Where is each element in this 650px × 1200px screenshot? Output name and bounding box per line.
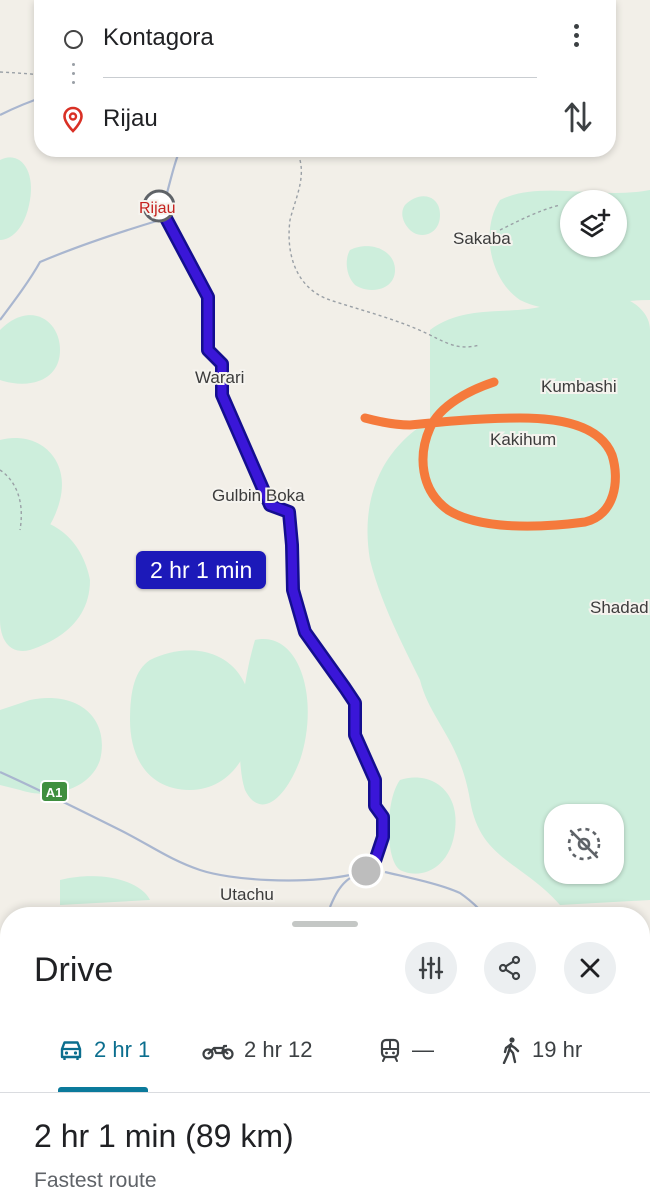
tab-walk[interactable]: 19 hr	[500, 1032, 582, 1068]
place-label-utachu[interactable]: Utachu	[218, 883, 276, 906]
close-button[interactable]	[564, 942, 616, 994]
sheet-title: Drive	[34, 951, 114, 989]
tab-transit[interactable]: —	[378, 1032, 434, 1068]
recenter-button[interactable]	[544, 804, 624, 884]
tab-motorcycle[interactable]: 2 hr 12	[202, 1032, 313, 1068]
location-off-icon	[567, 827, 601, 861]
tab-drive[interactable]: 2 hr 1	[58, 1032, 150, 1068]
tune-icon	[418, 956, 444, 980]
origin-circle-icon	[64, 30, 83, 49]
tab-motorcycle-label: 2 hr 12	[244, 1037, 313, 1062]
place-label-warari[interactable]: Warari	[193, 366, 246, 389]
layers-button[interactable]	[560, 190, 627, 257]
highway-shield-a1: A1	[40, 780, 69, 803]
motorcycle-icon	[202, 1039, 234, 1061]
swap-directions-icon[interactable]	[563, 99, 593, 135]
origin-field[interactable]: Kontagora	[103, 24, 214, 52]
origin-marker[interactable]	[348, 853, 384, 889]
place-label-shadadi[interactable]: Shadad	[588, 596, 650, 619]
location-pin-icon	[63, 106, 83, 133]
place-label-sakaba[interactable]: Sakaba	[451, 227, 513, 250]
place-label-kakihum[interactable]: Kakihum	[488, 428, 558, 451]
place-label-kumbashi[interactable]: Kumbashi	[539, 375, 619, 398]
route-note: Fastest route	[34, 1169, 157, 1192]
tab-walk-label: 19 hr	[532, 1037, 583, 1062]
tabs-divider	[0, 1092, 650, 1093]
walking-icon	[500, 1036, 522, 1064]
train-icon	[378, 1038, 402, 1062]
destination-field[interactable]: Rijau	[103, 105, 158, 133]
share-button[interactable]	[484, 942, 536, 994]
place-label-gulbin-boka[interactable]: Gulbin Boka	[210, 484, 307, 507]
route-connector-dots	[72, 63, 76, 91]
share-icon	[498, 955, 521, 981]
route-summary: 2 hr 1 min (89 km)	[34, 1118, 294, 1154]
tab-transit-label: —	[412, 1037, 434, 1062]
card-divider	[103, 77, 537, 78]
drag-handle[interactable]	[292, 921, 358, 927]
directions-bottom-sheet: Drive 2 hr 1 2 hr 12 — 19 hr 2 hr 1 min …	[0, 907, 650, 1200]
highway-shield-label: A1	[46, 785, 63, 800]
more-options-icon[interactable]	[569, 24, 583, 56]
place-label-rijau[interactable]: Rijau	[137, 198, 177, 219]
directions-card: Kontagora Rijau	[34, 0, 616, 157]
close-icon	[580, 958, 600, 978]
route-options-button[interactable]	[405, 942, 457, 994]
layers-icon	[579, 208, 610, 237]
car-icon	[58, 1039, 84, 1061]
route-duration-bubble[interactable]: 2 hr 1 min	[136, 551, 267, 589]
tab-drive-label: 2 hr 1	[94, 1037, 151, 1062]
